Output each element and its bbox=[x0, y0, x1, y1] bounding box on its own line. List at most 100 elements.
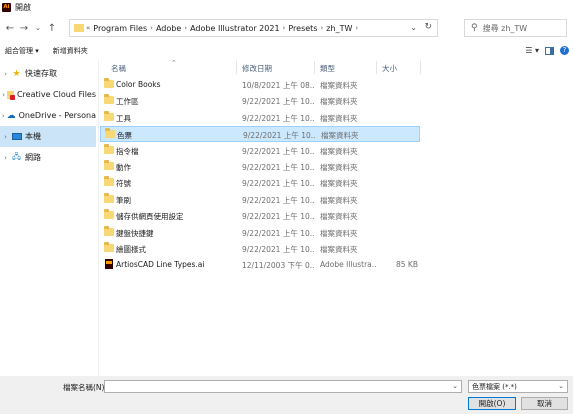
file-row[interactable]: 指令檔 9/22/2021 上午 10... 檔案資料夾 bbox=[100, 143, 420, 159]
expand-chevron-icon[interactable]: › bbox=[0, 154, 11, 162]
search-box[interactable]: ⚲ 搜尋 zh_TW bbox=[464, 19, 567, 37]
file-type: 檔案資料夾 bbox=[320, 113, 358, 123]
file-date: 9/22/2021 上午 10... bbox=[242, 163, 314, 172]
file-name: 色票 bbox=[117, 131, 132, 141]
column-header-name[interactable]: 名稱 bbox=[111, 63, 126, 74]
file-date: 10/8/2021 上午 08... bbox=[242, 81, 314, 90]
file-date: 9/22/2021 上午 10... bbox=[242, 245, 314, 254]
breadcrumb-overflow-icon[interactable]: « bbox=[86, 24, 90, 32]
breadcrumb-segment[interactable]: Presets bbox=[288, 24, 317, 33]
column-header-size[interactable]: 大小 bbox=[382, 63, 397, 74]
preview-pane-icon[interactable] bbox=[545, 46, 554, 55]
file-row[interactable]: 繪圖樣式 9/22/2021 上午 10... 檔案資料夾 bbox=[100, 241, 420, 257]
file-row[interactable]: 鍵盤快捷鍵 9/22/2021 上午 10... 檔案資料夾 bbox=[100, 225, 420, 241]
file-date: 9/22/2021 上午 10... bbox=[242, 97, 314, 107]
file-type: 檔案資料夾 bbox=[320, 81, 358, 90]
file-name: 鍵盤快捷鍵 bbox=[116, 228, 154, 238]
sort-ascending-icon: ⌃ bbox=[171, 59, 177, 67]
file-type: 檔案資料夾 bbox=[320, 195, 358, 205]
column-divider[interactable] bbox=[376, 61, 377, 74]
breadcrumb-segment[interactable]: Adobe Illustrator 2021 bbox=[190, 24, 279, 33]
expand-chevron-icon[interactable]: › bbox=[0, 133, 11, 141]
filetype-select[interactable]: 色票檔案 (*.*) ⌄ bbox=[468, 380, 568, 393]
file-row[interactable]: Color Books 10/8/2021 上午 08... 檔案資料夾 bbox=[100, 77, 420, 93]
expand-chevron-icon[interactable]: › bbox=[0, 112, 7, 120]
filename-label: 檔案名稱(N): bbox=[63, 383, 107, 392]
command-toolbar: 組合管理 ▾ 新增資料夾 ☰ ▾ ? bbox=[0, 42, 573, 59]
breadcrumb-separator-icon[interactable]: › bbox=[320, 24, 323, 32]
column-divider[interactable] bbox=[236, 61, 237, 74]
folder-icon bbox=[104, 225, 114, 236]
illustrator-file-icon bbox=[105, 259, 113, 270]
search-icon: ⚲ bbox=[471, 23, 478, 33]
up-arrow-icon[interactable]: ↑ bbox=[45, 19, 59, 37]
network-icon: 🖧 bbox=[12, 151, 21, 161]
expand-chevron-icon[interactable]: › bbox=[0, 70, 11, 78]
pane-divider[interactable] bbox=[98, 59, 99, 375]
breadcrumb-segment[interactable]: zh_TW bbox=[326, 24, 352, 33]
computer-icon bbox=[11, 132, 22, 141]
file-name: 繪圖樣式 bbox=[116, 245, 146, 254]
folder-icon bbox=[104, 176, 114, 187]
dialog-footer: 檔案名稱(N): ⌄ 色票檔案 (*.*) ⌄ 開啟(O) 取消 bbox=[0, 376, 573, 414]
file-type: 檔案資料夾 bbox=[320, 228, 358, 238]
column-header-type[interactable]: 類型 bbox=[320, 63, 335, 74]
chevron-down-icon[interactable]: ⌄ bbox=[558, 382, 564, 390]
address-bar[interactable]: « Program Files › Adobe › Adobe Illustra… bbox=[69, 19, 438, 37]
file-row[interactable]: 工具 9/22/2021 上午 10... 檔案資料夾 bbox=[100, 110, 420, 126]
breadcrumb-separator-icon[interactable]: › bbox=[184, 24, 187, 32]
sidebar-item-label: OneDrive - Persona bbox=[18, 111, 96, 120]
onedrive-icon: ☁ bbox=[6, 110, 16, 121]
file-date: 9/22/2021 上午 10... bbox=[242, 113, 314, 123]
file-row-selected[interactable]: 色票 9/22/2021 上午 10... 檔案資料夾 bbox=[100, 126, 420, 143]
column-divider[interactable] bbox=[420, 61, 421, 74]
file-type: 檔案資料夾 bbox=[320, 179, 358, 189]
file-row[interactable]: 動作 9/22/2021 上午 10... 檔案資料夾 bbox=[100, 159, 420, 175]
sidebar-item-network[interactable]: › 🖧 網路 bbox=[0, 147, 96, 168]
file-name: 動作 bbox=[116, 163, 131, 172]
cancel-button[interactable]: 取消 bbox=[521, 397, 568, 410]
open-button[interactable]: 開啟(O) bbox=[468, 397, 516, 410]
sidebar-item-onedrive[interactable]: › ☁ OneDrive - Persona bbox=[0, 105, 96, 126]
file-type: Adobe Illustra... bbox=[320, 260, 376, 270]
file-type: 檔案資料夾 bbox=[320, 146, 358, 156]
filename-input[interactable]: ⌄ bbox=[104, 380, 462, 393]
folder-icon bbox=[105, 128, 115, 139]
sidebar-item-creative-cloud[interactable]: › Creative Cloud Files bbox=[0, 84, 96, 105]
chevron-down-icon[interactable]: ⌄ bbox=[452, 382, 458, 390]
column-divider[interactable] bbox=[314, 61, 315, 74]
creative-cloud-icon bbox=[7, 90, 15, 100]
file-name: 工作區 bbox=[116, 97, 139, 107]
file-row[interactable]: 工作區 9/22/2021 上午 10... 檔案資料夾 bbox=[100, 93, 420, 109]
sidebar-item-this-pc[interactable]: › 本機 bbox=[0, 126, 96, 147]
filetype-value: 色票檔案 (*.*) bbox=[472, 383, 517, 391]
folder-icon bbox=[104, 192, 114, 203]
file-row[interactable]: ArtiosCAD Line Types.ai 12/11/2003 下午 0.… bbox=[100, 257, 420, 273]
refresh-icon[interactable]: ↻ bbox=[424, 22, 432, 32]
breadcrumb-segment[interactable]: Adobe bbox=[156, 24, 181, 33]
breadcrumb-separator-icon[interactable]: › bbox=[283, 24, 286, 32]
column-header-date[interactable]: 修改日期 bbox=[242, 63, 272, 74]
expand-chevron-icon[interactable]: › bbox=[0, 91, 7, 99]
new-folder-button[interactable]: 新增資料夾 bbox=[48, 46, 93, 56]
breadcrumb-separator-icon[interactable]: › bbox=[150, 24, 153, 32]
back-arrow-icon[interactable]: ← bbox=[3, 19, 17, 37]
file-date: 9/22/2021 上午 10... bbox=[242, 228, 314, 238]
forward-arrow-icon[interactable]: → bbox=[17, 19, 31, 37]
help-icon[interactable]: ? bbox=[560, 46, 569, 55]
file-row[interactable]: 儲存供網頁使用設定 9/22/2021 上午 10... 檔案資料夾 bbox=[100, 208, 420, 224]
folder-icon bbox=[104, 242, 114, 252]
folder-icon bbox=[104, 160, 114, 170]
address-dropdown-icon[interactable]: ⌄ bbox=[410, 23, 417, 32]
file-row[interactable]: 符號 9/22/2021 上午 10... 檔案資料夾 bbox=[100, 175, 420, 191]
view-options-icon[interactable]: ☰ ▾ bbox=[525, 46, 539, 55]
recent-locations-chevron-icon[interactable]: ⌄ bbox=[31, 19, 45, 37]
breadcrumb-separator-icon[interactable]: › bbox=[355, 24, 358, 32]
file-type: 檔案資料夾 bbox=[320, 212, 358, 222]
sidebar-item-quick-access[interactable]: › ★ 快速存取 bbox=[0, 63, 96, 84]
sidebar-item-label: 快速存取 bbox=[25, 69, 57, 78]
organize-button[interactable]: 組合管理 ▾ bbox=[0, 46, 44, 56]
breadcrumb-segment[interactable]: Program Files bbox=[93, 24, 147, 33]
file-row[interactable]: 筆刷 9/22/2021 上午 10... 檔案資料夾 bbox=[100, 192, 420, 208]
sidebar-item-label: Creative Cloud Files bbox=[16, 90, 96, 99]
